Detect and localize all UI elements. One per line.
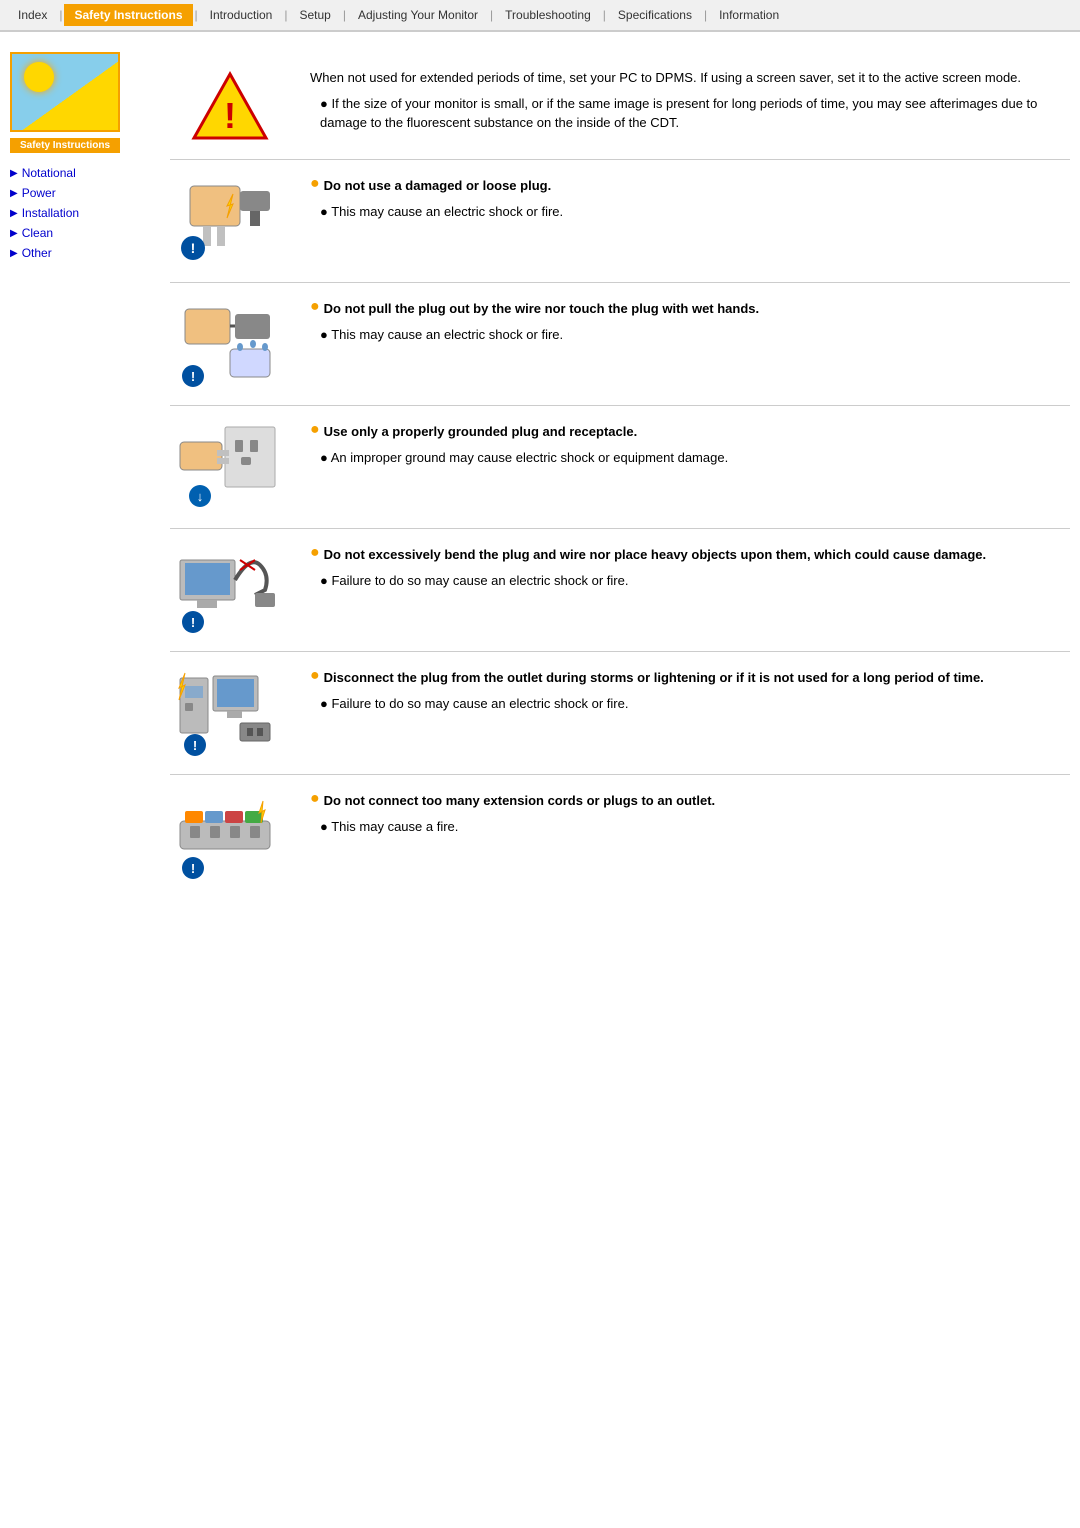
section-text-grounded: ● Use only a properly grounded plug and …	[310, 422, 1070, 467]
sidebar-label-notational: Notational	[22, 166, 76, 180]
bend-title: ● Do not excessively bend the plug and w…	[310, 545, 1070, 565]
nav-sep-2: |	[193, 8, 200, 22]
storm-bullets: Failure to do so may cause an electric s…	[310, 694, 1070, 714]
dpms-bullets: If the size of your monitor is small, or…	[310, 94, 1070, 133]
section-image-dpms: !	[170, 68, 290, 143]
sidebar-logo-label: Safety Instructions	[10, 138, 120, 153]
section-grounded: ↓ ● Use only a properly grounded plug an…	[170, 406, 1070, 529]
section-image-wet-hands: !	[170, 299, 290, 389]
storm-bullet-0: Failure to do so may cause an electric s…	[320, 694, 1070, 714]
svg-text:!: !	[191, 615, 195, 630]
damaged-plug-bullet-0: This may cause an electric shock or fire…	[320, 202, 1070, 222]
top-navigation: Index | Safety Instructions | Introducti…	[0, 0, 1080, 32]
grounded-bullet-0: An improper ground may cause electric sh…	[320, 448, 1070, 468]
dpms-bullet-0: If the size of your monitor is small, or…	[320, 94, 1070, 133]
warning-triangle-icon: !	[190, 70, 270, 142]
section-storm: ! ● Disconnect the plug from the outlet …	[170, 652, 1070, 775]
section-image-grounded: ↓	[170, 422, 290, 512]
section-text-wet-hands: ● Do not pull the plug out by the wire n…	[310, 299, 1070, 344]
nav-sep-7: |	[702, 8, 709, 22]
nav-troubleshooting[interactable]: Troubleshooting	[495, 4, 601, 26]
main-content: ! When not used for extended periods of …	[150, 52, 1070, 897]
extension-title: ● Do not connect too many extension cord…	[310, 791, 1070, 811]
nav-sep-6: |	[601, 8, 608, 22]
orange-dot-5: ●	[310, 668, 320, 684]
grounded-plug-icon: ↓	[175, 422, 285, 512]
section-damaged-plug: ! ● Do not use a damaged or loose plug. …	[170, 160, 1070, 283]
arrow-icon-other: ▶	[10, 248, 18, 259]
section-text-damaged-plug: ● Do not use a damaged or loose plug. Th…	[310, 176, 1070, 221]
section-text-dpms: When not used for extended periods of ti…	[310, 68, 1070, 133]
sidebar-item-power[interactable]: ▶ Power	[10, 183, 150, 203]
nav-sep-1: |	[57, 8, 64, 22]
sidebar-item-notational[interactable]: ▶ Notational	[10, 163, 150, 183]
wet-hands-bullets: This may cause an electric shock or fire…	[310, 325, 1070, 345]
sidebar-label-installation: Installation	[22, 206, 79, 220]
storm-title: ● Disconnect the plug from the outlet du…	[310, 668, 1070, 688]
orange-dot-3: ●	[310, 422, 320, 438]
arrow-icon-notational: ▶	[10, 168, 18, 179]
svg-text:!: !	[191, 861, 195, 876]
sidebar-logo	[10, 52, 120, 132]
nav-information[interactable]: Information	[709, 4, 789, 26]
nav-sep-4: |	[341, 8, 348, 22]
section-image-extension: !	[170, 791, 290, 881]
svg-text:!: !	[193, 738, 197, 753]
damaged-plug-icon: !	[175, 176, 285, 266]
extension-cord-icon: !	[175, 791, 285, 881]
grounded-title: ● Use only a properly grounded plug and …	[310, 422, 1070, 442]
bend-plug-icon: !	[175, 545, 285, 635]
arrow-icon-clean: ▶	[10, 228, 18, 239]
section-dpms: ! When not used for extended periods of …	[170, 52, 1070, 160]
storm-icon: !	[175, 668, 285, 758]
section-image-bend: !	[170, 545, 290, 635]
sidebar: Safety Instructions ▶ Notational ▶ Power…	[10, 52, 150, 897]
nav-index[interactable]: Index	[8, 4, 57, 26]
dpms-intro: When not used for extended periods of ti…	[310, 68, 1070, 88]
arrow-icon-installation: ▶	[10, 208, 18, 219]
section-text-storm: ● Disconnect the plug from the outlet du…	[310, 668, 1070, 713]
arrow-icon-power: ▶	[10, 188, 18, 199]
nav-safety-instructions[interactable]: Safety Instructions	[64, 4, 192, 26]
sidebar-item-installation[interactable]: ▶ Installation	[10, 203, 150, 223]
orange-dot-6: ●	[310, 791, 320, 807]
sidebar-item-other[interactable]: ▶ Other	[10, 243, 150, 263]
nav-specifications[interactable]: Specifications	[608, 4, 702, 26]
svg-text:!: !	[191, 240, 196, 256]
sidebar-label-power: Power	[22, 186, 56, 200]
svg-text:↓: ↓	[197, 489, 204, 504]
nav-sep-5: |	[488, 8, 495, 22]
section-text-bend: ● Do not excessively bend the plug and w…	[310, 545, 1070, 590]
extension-bullets: This may cause a fire.	[310, 817, 1070, 837]
nav-setup[interactable]: Setup	[289, 4, 340, 26]
section-bend: ! ● Do not excessively bend the plug and…	[170, 529, 1070, 652]
wet-hands-title: ● Do not pull the plug out by the wire n…	[310, 299, 1070, 319]
nav-adjusting[interactable]: Adjusting Your Monitor	[348, 4, 488, 26]
orange-dot-4: ●	[310, 545, 320, 561]
bend-bullet-0: Failure to do so may cause an electric s…	[320, 571, 1070, 591]
sidebar-item-clean[interactable]: ▶ Clean	[10, 223, 150, 243]
section-text-extension: ● Do not connect too many extension cord…	[310, 791, 1070, 836]
sidebar-label-other: Other	[22, 246, 52, 260]
section-extension: ! ● Do not connect too many extension co…	[170, 775, 1070, 897]
section-image-storm: !	[170, 668, 290, 758]
damaged-plug-title: ● Do not use a damaged or loose plug.	[310, 176, 1070, 196]
section-image-damaged-plug: !	[170, 176, 290, 266]
wet-hands-bullet-0: This may cause an electric shock or fire…	[320, 325, 1070, 345]
nav-introduction[interactable]: Introduction	[200, 4, 283, 26]
sidebar-label-clean: Clean	[22, 226, 53, 240]
grounded-bullets: An improper ground may cause electric sh…	[310, 448, 1070, 468]
damaged-plug-bullets: This may cause an electric shock or fire…	[310, 202, 1070, 222]
nav-sep-3: |	[282, 8, 289, 22]
wet-hands-icon: !	[175, 299, 285, 389]
extension-bullet-0: This may cause a fire.	[320, 817, 1070, 837]
bend-bullets: Failure to do so may cause an electric s…	[310, 571, 1070, 591]
orange-dot-2: ●	[310, 299, 320, 315]
orange-dot-1: ●	[310, 176, 320, 192]
svg-text:!: !	[224, 95, 236, 136]
svg-text:!: !	[191, 369, 195, 384]
section-wet-hands: ! ● Do not pull the plug out by the wire…	[170, 283, 1070, 406]
